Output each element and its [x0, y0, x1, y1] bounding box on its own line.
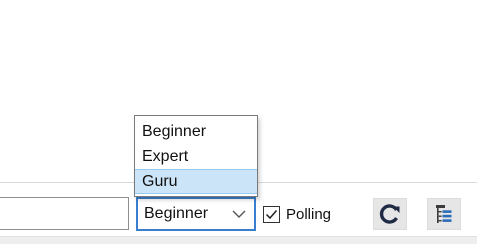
dropdown-option-expert[interactable]: Expert	[135, 144, 257, 169]
checkmark-icon	[265, 209, 278, 219]
dropdown-option-guru[interactable]: Guru	[135, 169, 257, 194]
polling-label: Polling	[286, 205, 332, 223]
dropdown-option-beginner[interactable]: Beginner	[135, 119, 257, 144]
level-select-value: Beginner	[144, 205, 209, 222]
level-select[interactable]: Beginner	[136, 197, 256, 231]
tree-list-icon	[436, 205, 452, 223]
refresh-button[interactable]	[373, 198, 407, 230]
toolbar-bottom-band	[0, 236, 477, 244]
polling-toggle[interactable]: Polling	[263, 203, 331, 225]
tree-view-button[interactable]	[427, 198, 461, 230]
polling-checkbox[interactable]	[263, 205, 280, 223]
chevron-down-icon	[228, 207, 250, 221]
filter-input[interactable]	[0, 197, 129, 230]
refresh-icon	[379, 204, 400, 224]
level-dropdown-list: Beginner Expert Guru	[134, 115, 258, 197]
